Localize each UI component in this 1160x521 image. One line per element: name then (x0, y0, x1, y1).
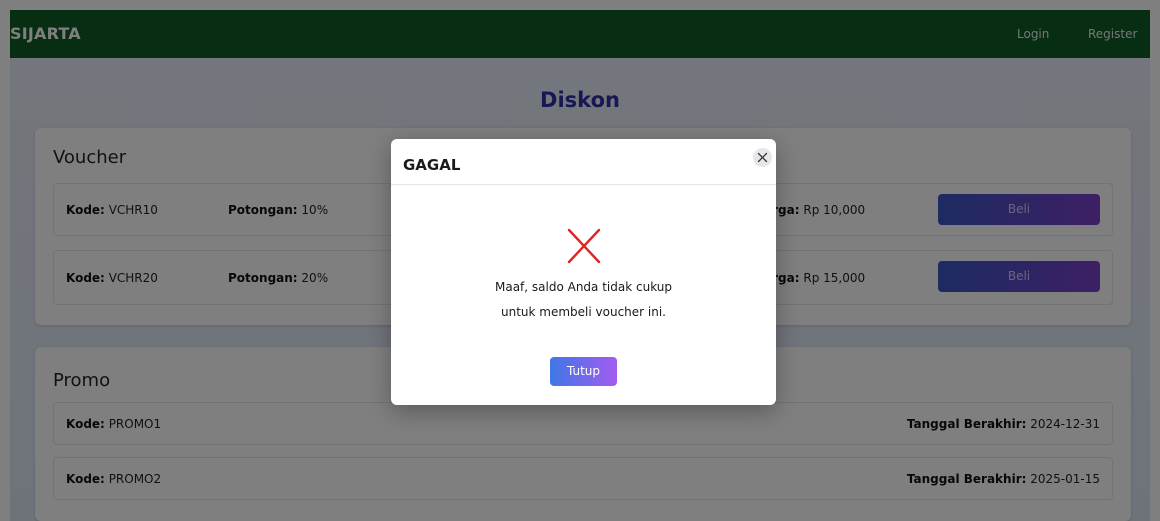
error-x-icon (567, 228, 601, 264)
modal-message-line-1: Maaf, saldo Anda tidak cukup (494, 280, 672, 294)
modal-message-line-2: untuk membeli voucher ini. (501, 305, 666, 319)
failure-modal: GAGAL Maaf, saldo Anda tidak cukup untuk… (391, 139, 776, 405)
close-button[interactable] (753, 148, 772, 167)
modal-divider (391, 184, 776, 185)
close-icon (757, 152, 768, 163)
tutup-button[interactable]: Tutup (550, 357, 617, 386)
modal-title: GAGAL (403, 156, 461, 174)
